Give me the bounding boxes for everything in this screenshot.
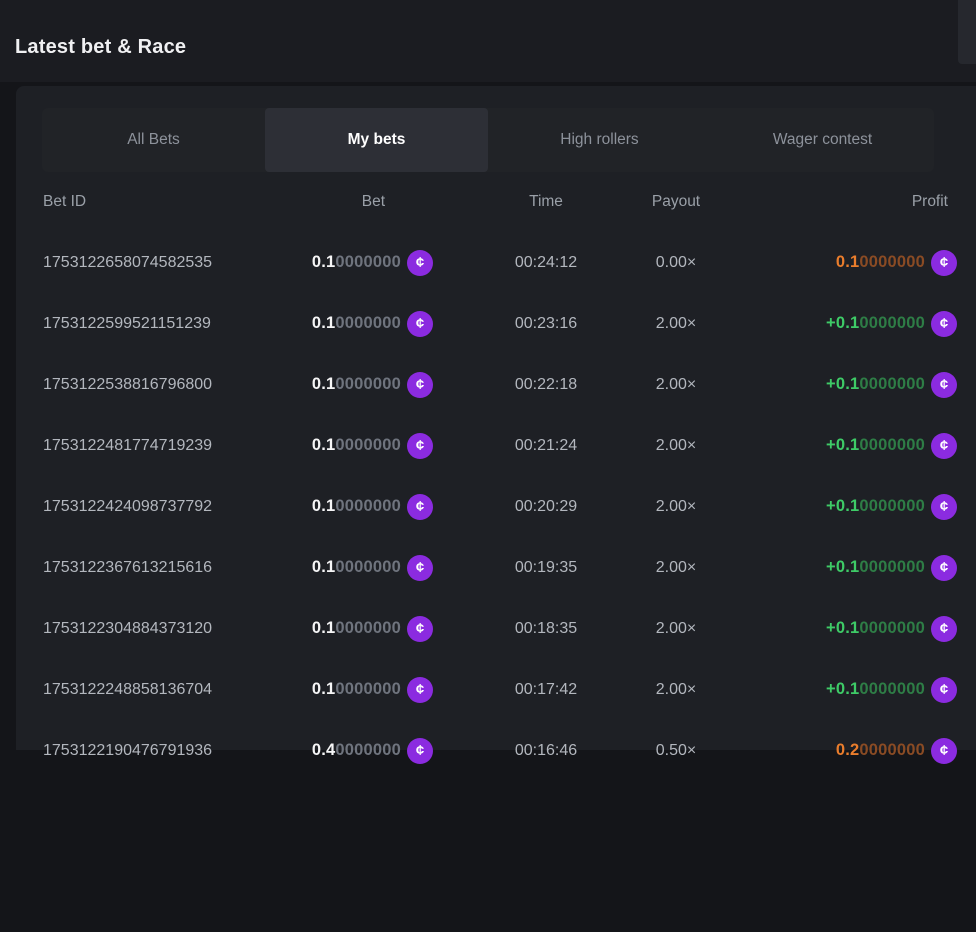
table-row[interactable]: 1753122304884373120 0.10000000 ¢ 00:18:3… <box>16 598 976 659</box>
bet-amount: 0.10000000 ¢ <box>312 433 433 459</box>
bets-table-body: 1753122658074582535 0.10000000 ¢ 00:24:1… <box>16 232 976 932</box>
table-row[interactable]: 1753122424098737792 0.10000000 ¢ 00:20:2… <box>16 476 976 537</box>
bet-amount: 0.10000000 ¢ <box>312 677 433 703</box>
payout-multiplier-value: 2.00× <box>606 681 746 699</box>
bet-amount: 0.10000000 ¢ <box>312 555 433 581</box>
profit-value: 0.20000000 ¢ <box>836 738 957 764</box>
bet-time-value: 00:20:29 <box>476 498 616 516</box>
bet-id-value: 1753122248858136704 <box>43 681 212 699</box>
bet-amount: 0.10000000 ¢ <box>312 494 433 520</box>
tab-my-bets[interactable]: My bets <box>265 108 488 172</box>
coin-icon: ¢ <box>931 250 957 276</box>
coin-icon: ¢ <box>931 555 957 581</box>
profit-value: +0.10000000 ¢ <box>826 677 957 703</box>
coin-icon: ¢ <box>931 677 957 703</box>
column-header-bet: Bet <box>362 193 385 211</box>
bet-time-value: 00:24:12 <box>476 254 616 272</box>
bet-amount: 0.10000000 ¢ <box>312 250 433 276</box>
tab-wager-contest[interactable]: Wager contest <box>711 108 934 172</box>
coin-icon: ¢ <box>407 372 433 398</box>
bet-amount: 0.10000000 ¢ <box>312 311 433 337</box>
coin-icon: ¢ <box>931 738 957 764</box>
page-header: Latest bet & Race <box>0 0 976 82</box>
table-row[interactable]: 1753122599521151239 0.10000000 ¢ 00:23:1… <box>16 293 976 354</box>
profit-value: 0.10000000 ¢ <box>836 250 957 276</box>
coin-icon: ¢ <box>407 677 433 703</box>
coin-icon: ¢ <box>407 494 433 520</box>
bet-id-value: 1753122481774719239 <box>43 437 212 455</box>
coin-icon: ¢ <box>407 311 433 337</box>
coin-icon: ¢ <box>407 250 433 276</box>
profit-value: +0.10000000 ¢ <box>826 372 957 398</box>
column-header-time: Time <box>476 193 616 211</box>
bet-id-value: 1753122599521151239 <box>43 315 211 333</box>
coin-icon: ¢ <box>931 616 957 642</box>
payout-multiplier-value: 2.00× <box>606 620 746 638</box>
column-header-profit: Profit <box>912 193 948 211</box>
payout-multiplier-value: 2.00× <box>606 376 746 394</box>
payout-multiplier-value: 0.00× <box>606 254 746 272</box>
payout-multiplier-value: 2.00× <box>606 315 746 333</box>
bet-amount: 0.10000000 ¢ <box>312 372 433 398</box>
payout-multiplier-value: 0.50× <box>606 742 746 760</box>
coin-icon: ¢ <box>931 433 957 459</box>
coin-icon: ¢ <box>931 372 957 398</box>
coin-icon: ¢ <box>931 494 957 520</box>
tab-all-bets[interactable]: All Bets <box>42 108 265 172</box>
profit-value: +0.10000000 ¢ <box>826 311 957 337</box>
tab-high-rollers[interactable]: High rollers <box>488 108 711 172</box>
table-row[interactable]: 1753122481774719239 0.10000000 ¢ 00:21:2… <box>16 415 976 476</box>
bet-id-value: 1753122367613215616 <box>43 559 212 577</box>
bet-time-value: 00:17:42 <box>476 681 616 699</box>
column-header-payout: Payout <box>606 193 746 211</box>
payout-multiplier-value: 2.00× <box>606 559 746 577</box>
coin-icon: ¢ <box>407 433 433 459</box>
table-row[interactable]: 1753122538816796800 0.10000000 ¢ 00:22:1… <box>16 354 976 415</box>
coin-icon: ¢ <box>931 311 957 337</box>
bets-tab-bar: All Bets My bets High rollers Wager cont… <box>42 108 934 172</box>
profit-value: +0.10000000 ¢ <box>826 494 957 520</box>
coin-icon: ¢ <box>407 555 433 581</box>
bet-amount: 0.40000000 ¢ <box>312 738 433 764</box>
coin-icon: ¢ <box>407 738 433 764</box>
table-row[interactable]: 1753122367613215616 0.10000000 ¢ 00:19:3… <box>16 537 976 598</box>
profit-value: +0.10000000 ¢ <box>826 616 957 642</box>
coin-icon: ¢ <box>407 616 433 642</box>
bet-time-value: 00:22:18 <box>476 376 616 394</box>
top-right-panel-edge <box>958 0 976 64</box>
table-header-row: Bet ID Bet Time Payout Profit <box>16 172 976 232</box>
bet-time-value: 00:23:16 <box>476 315 616 333</box>
bet-id-value: 1753122424098737792 <box>43 498 212 516</box>
table-row[interactable]: 1753122658074582535 0.10000000 ¢ 00:24:1… <box>16 232 976 293</box>
table-row[interactable]: 1753122190476791936 0.40000000 ¢ 00:16:4… <box>16 720 976 781</box>
bets-panel: All Bets My bets High rollers Wager cont… <box>16 86 976 750</box>
table-row[interactable]: 1753122248858136704 0.10000000 ¢ 00:17:4… <box>16 659 976 720</box>
bet-time-value: 00:18:35 <box>476 620 616 638</box>
profit-value: +0.10000000 ¢ <box>826 555 957 581</box>
profit-value: +0.10000000 ¢ <box>826 433 957 459</box>
bet-id-value: 1753122190476791936 <box>43 742 212 760</box>
bet-amount: 0.10000000 ¢ <box>312 616 433 642</box>
bet-time-value: 00:16:46 <box>476 742 616 760</box>
bet-time-value: 00:19:35 <box>476 559 616 577</box>
payout-multiplier-value: 2.00× <box>606 498 746 516</box>
bet-id-value: 1753122658074582535 <box>43 254 212 272</box>
column-header-bet-id: Bet ID <box>43 193 86 211</box>
page-title: Latest bet & Race <box>15 36 186 59</box>
bet-id-value: 1753122304884373120 <box>43 620 212 638</box>
payout-multiplier-value: 2.00× <box>606 437 746 455</box>
bet-time-value: 00:21:24 <box>476 437 616 455</box>
bet-id-value: 1753122538816796800 <box>43 376 212 394</box>
